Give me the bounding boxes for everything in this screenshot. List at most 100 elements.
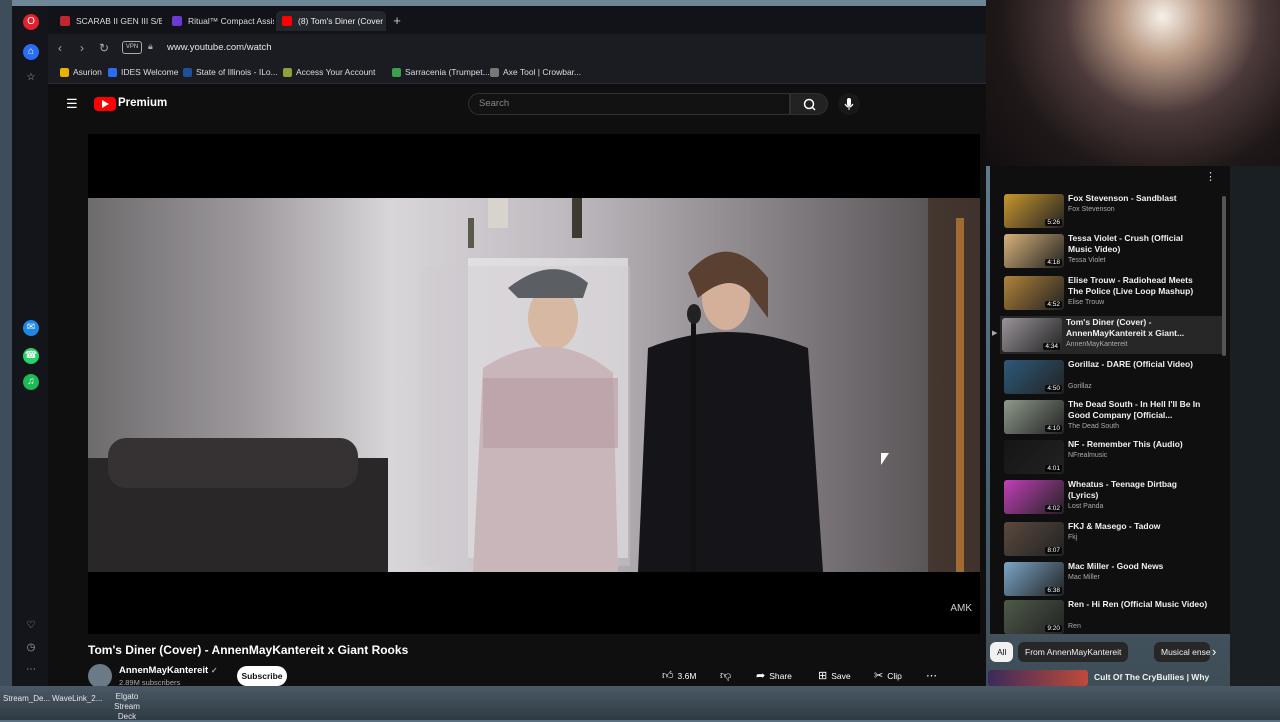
channel-name[interactable]: AnnenMayKantereit ✓	[119, 665, 218, 676]
channel-avatar[interactable]	[88, 664, 112, 688]
rec-title: Mac Miller - Good News	[1068, 561, 1164, 571]
rec-duration: 4:34	[1043, 343, 1060, 350]
video-watermark: AMK	[950, 603, 972, 614]
rec-title: Cult Of The CryBullies | Why	[1094, 672, 1210, 682]
bookmark-item[interactable]: Sarracenia (Trumpet...	[392, 67, 490, 77]
messenger-icon[interactable]: ✉	[23, 320, 39, 336]
recommendation-item[interactable]: 6:38 Mac Miller - Good News Mac Miller	[1002, 560, 1224, 598]
more-vertical-icon[interactable]: ⋮	[1205, 170, 1216, 183]
video-frame[interactable]	[88, 198, 980, 572]
voice-search-button[interactable]	[838, 93, 860, 115]
search-icon	[803, 98, 816, 111]
bookmark-label: Access Your Account	[296, 67, 376, 77]
reload-icon[interactable]: ↻	[96, 40, 112, 56]
video-scene	[88, 198, 980, 572]
verified-icon: ✓	[210, 666, 218, 675]
tab-ritual[interactable]: Ritual™ Compact Assist	[166, 11, 274, 31]
save-icon: ⊞	[818, 670, 828, 682]
share-icon: ➦	[756, 670, 766, 682]
heart-icon[interactable]: ♡	[23, 618, 39, 634]
recommendation-item[interactable]: 4:10 The Dead South - In Hell I'll Be In …	[1002, 398, 1224, 436]
desktop-left-edge	[0, 0, 12, 690]
recommendation-item[interactable]: 4:50 Gorillaz - DARE (Official Video) Gori…	[1002, 358, 1224, 396]
video-title: Tom's Diner (Cover) - AnnenMayKantereit …	[88, 643, 409, 657]
rec-thumbnail	[988, 670, 1088, 686]
back-icon[interactable]: ‹	[52, 40, 68, 56]
browser-window: SCARAB II GEN III S/E B Ritual™ Compact …	[12, 6, 986, 688]
chip-from-channel[interactable]: From AnnenMayKantereit	[1018, 642, 1129, 662]
save-button[interactable]: ⊞ Save	[818, 666, 851, 686]
bookmark-icon	[108, 68, 117, 77]
now-playing-icon: ▶	[992, 330, 998, 337]
tab-label: SCARAB II GEN III S/E B	[76, 16, 162, 26]
clip-button[interactable]: ✂ Clip	[874, 666, 902, 686]
microphone-icon	[844, 98, 854, 110]
rec-thumbnail: 6:38	[1004, 562, 1064, 596]
star-icon[interactable]: ☆	[23, 70, 39, 86]
bookmark-item[interactable]: State of Illinois - ILo...	[183, 67, 278, 77]
youtube-logo-icon[interactable]	[94, 97, 116, 111]
subscribe-button[interactable]: Subscribe	[237, 666, 287, 686]
bookmark-item[interactable]: Axe Tool | Crowbar...	[490, 67, 581, 77]
rec-channel: Mac Miller	[1068, 574, 1100, 581]
rec-channel: Lost Panda	[1068, 503, 1104, 510]
url-field[interactable]: www.youtube.com/watch	[167, 42, 272, 53]
opera-logo-icon[interactable]: O	[23, 14, 39, 30]
recommendation-item[interactable]: 4:01 NF - Remember This (Audio) NFrealmusi…	[1002, 438, 1224, 476]
bookmark-icon	[283, 68, 292, 77]
recommendation-item[interactable]: 9:20 Ren - Hi Ren (Official Music Video) R…	[1002, 598, 1224, 636]
vpn-badge[interactable]: VPN	[122, 41, 142, 54]
rec-thumbnail: 9:20	[1004, 600, 1064, 634]
partial-recommendation[interactable]: Cult Of The CryBullies | Why	[988, 670, 1230, 686]
more-icon[interactable]: ⋯	[23, 662, 39, 678]
save-label: Save	[831, 671, 851, 681]
tab-label: (8) Tom's Diner (Cover	[298, 16, 384, 26]
lock-icon[interactable]: 🔒︎	[148, 41, 153, 52]
chip-all[interactable]: All	[990, 642, 1014, 662]
rec-duration: 4:50	[1045, 385, 1062, 392]
search-input[interactable]: Search	[468, 93, 790, 115]
share-button[interactable]: ➦ Share	[756, 666, 792, 686]
bookmark-item[interactable]: Asurion	[60, 67, 102, 77]
whatsapp-icon[interactable]: ☎	[23, 348, 39, 364]
bookmark-item[interactable]: Access Your Account	[283, 67, 375, 77]
taskbar-item-wavelink[interactable]: WaveLink_2...	[52, 694, 102, 704]
rec-duration: 5:26	[1045, 219, 1062, 226]
forward-icon[interactable]: ›	[74, 40, 90, 56]
home-icon[interactable]: ⌂	[23, 44, 39, 60]
video-player[interactable]: AMK	[88, 134, 980, 634]
more-actions-button[interactable]: ⋯	[926, 666, 941, 686]
taskbar-item-stream-deck[interactable]: Stream_De...	[3, 694, 50, 704]
tab-scarab[interactable]: SCARAB II GEN III S/E B	[54, 11, 162, 31]
thumbs-up-icon: 👍︎	[662, 670, 674, 682]
chip-musical-ensembles[interactable]: Musical ensem	[1154, 642, 1210, 662]
history-icon[interactable]: ◷	[23, 640, 39, 656]
chevron-right-icon[interactable]: ›	[1212, 644, 1216, 659]
tab-youtube-active[interactable]: (8) Tom's Diner (Cover	[276, 11, 386, 31]
like-button[interactable]: 👍︎ 3.6M	[662, 666, 696, 686]
recommendations-scrollbar[interactable]	[1222, 196, 1226, 356]
bookmark-label: Asurion	[73, 67, 102, 77]
rec-duration: 4:10	[1045, 425, 1062, 432]
recommendation-item[interactable]: 4:34 Tom's Diner (Cover) - AnnenMayKanter…	[992, 316, 1222, 354]
rec-duration: 4:52	[1045, 301, 1062, 308]
browser-sidebar: O ⌂ ☆ ✉ ☎ ♫ ♡ ◷ ⋯	[12, 6, 48, 686]
rec-thumbnail: 4:34	[1002, 318, 1062, 352]
new-tab-button[interactable]: +	[390, 14, 404, 28]
recommendation-item[interactable]: 4:52 Elise Trouw - Radiohead Meets The Po…	[1002, 274, 1224, 312]
rec-duration: 9:20	[1045, 625, 1062, 632]
youtube-premium-label[interactable]: Premium	[118, 97, 167, 109]
recommendation-item[interactable]: 5:26 Fox Stevenson - Sandblast Fox Stevens…	[1002, 192, 1224, 230]
recommendation-item[interactable]: 4:18 Tessa Violet - Crush (Official Music…	[1002, 232, 1224, 270]
spotify-icon[interactable]: ♫	[23, 374, 39, 390]
rec-title: The Dead South - In Hell I'll Be In Good…	[1068, 399, 1201, 420]
rec-thumbnail: 4:52	[1004, 276, 1064, 310]
dislike-button[interactable]: 👎︎	[720, 666, 735, 686]
recommendation-item[interactable]: 4:02 Wheatus - Teenage Dirtbag (Lyrics) Lo…	[1002, 478, 1224, 516]
bookmark-item[interactable]: IDES Welcome	[108, 67, 178, 77]
recommendation-item[interactable]: 8:07 FKJ & Masego - Tadow Fkj	[1002, 520, 1224, 558]
search-button[interactable]	[790, 93, 828, 115]
rec-title: Gorillaz - DARE (Official Video)	[1068, 359, 1193, 369]
taskbar-item-elgato[interactable]: Elgato Stream Deck	[104, 692, 150, 722]
menu-icon[interactable]: ☰	[66, 97, 80, 110]
